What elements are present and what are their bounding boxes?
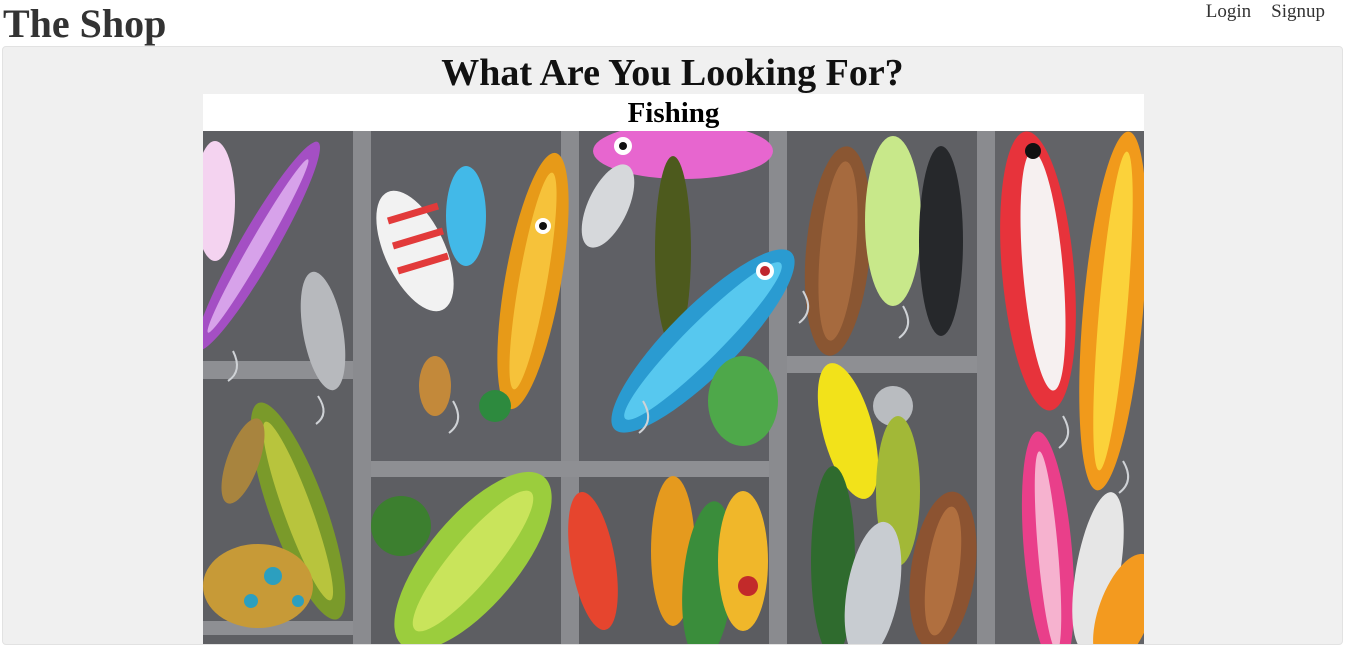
top-nav: Login Signup xyxy=(1206,0,1325,24)
signup-link[interactable]: Signup xyxy=(1271,0,1325,24)
site-brand[interactable]: The Shop xyxy=(3,0,166,50)
main-content: What Are You Looking For? Fishing xyxy=(2,46,1343,645)
category-card-fishing[interactable]: Fishing xyxy=(203,94,1144,645)
top-bar: The Shop Login Signup xyxy=(0,0,1345,46)
category-title[interactable]: Fishing xyxy=(203,94,1144,131)
login-link[interactable]: Login xyxy=(1206,0,1251,24)
page-title: What Are You Looking For? xyxy=(441,52,904,94)
category-image-fishing-lures[interactable] xyxy=(203,131,1144,645)
